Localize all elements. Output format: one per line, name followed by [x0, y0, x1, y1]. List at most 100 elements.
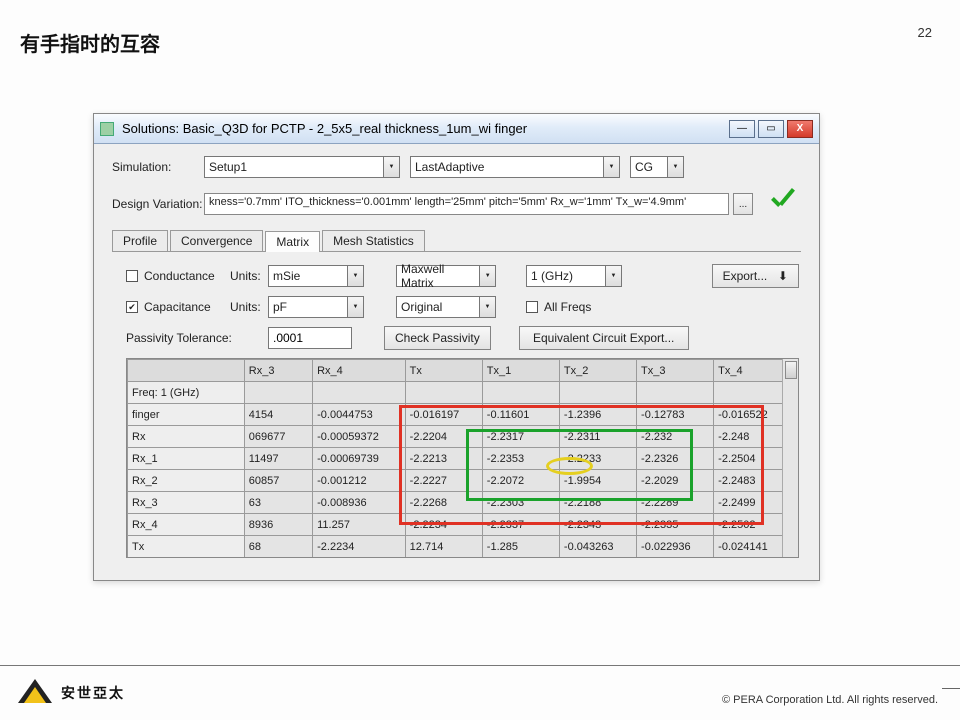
cell[interactable]: -2.2311 — [559, 426, 636, 448]
cell[interactable]: -2.2335 — [637, 514, 714, 536]
check-passivity-button[interactable]: Check Passivity — [384, 326, 491, 350]
cell[interactable]: -2.2268 — [405, 492, 482, 514]
cell[interactable]: -2.2204 — [405, 426, 482, 448]
row-header[interactable]: Rx_1 — [128, 448, 245, 470]
cell[interactable]: 60857 — [244, 470, 312, 492]
passivity-tolerance-label: Passivity Tolerance: — [126, 331, 258, 345]
tab-matrix[interactable]: Matrix — [265, 231, 320, 252]
cell[interactable]: -2.2337 — [482, 514, 559, 536]
export-button[interactable]: Export... ⬇ — [712, 264, 799, 288]
scrollbar-thumb[interactable] — [785, 361, 797, 379]
tab-profile[interactable]: Profile — [112, 230, 168, 251]
cell[interactable]: -0.016197 — [405, 404, 482, 426]
pera-logo-icon — [18, 678, 53, 708]
cell[interactable]: -0.022936 — [637, 536, 714, 558]
titlebar[interactable]: Solutions: Basic_Q3D for PCTP - 2_5x5_re… — [94, 114, 819, 144]
cell[interactable]: 069677 — [244, 426, 312, 448]
cell[interactable]: -2.2227 — [405, 470, 482, 492]
vertical-scrollbar[interactable] — [782, 359, 798, 557]
cell[interactable]: -1.9954 — [559, 470, 636, 492]
cell[interactable]: -2.2289 — [637, 492, 714, 514]
cell[interactable]: -2.2326 — [637, 448, 714, 470]
results-table[interactable]: Rx_3Rx_4TxTx_1Tx_2Tx_3Tx_4Freq: 1 (GHz)f… — [126, 358, 799, 558]
cell[interactable]: -2.2072 — [482, 470, 559, 492]
row-header[interactable]: Tx — [128, 536, 245, 558]
cell[interactable]: -0.12783 — [637, 404, 714, 426]
cell[interactable] — [313, 382, 406, 404]
cell[interactable]: -2.2343 — [559, 514, 636, 536]
minimize-button[interactable]: — — [729, 120, 755, 138]
cell[interactable]: -1.2396 — [559, 404, 636, 426]
cell[interactable]: -0.0044753 — [313, 404, 406, 426]
row-header[interactable]: Rx_4 — [128, 514, 245, 536]
solver-select[interactable]: CG▼ — [630, 156, 684, 178]
col-header[interactable] — [128, 360, 245, 382]
all-freqs-label: All Freqs — [544, 300, 591, 314]
cell[interactable]: -2.232 — [637, 426, 714, 448]
simulation-setup-select[interactable]: Setup1▼ — [204, 156, 400, 178]
row-header[interactable]: Rx — [128, 426, 245, 448]
col-header[interactable]: Rx_4 — [313, 360, 406, 382]
cell[interactable]: -2.2213 — [405, 448, 482, 470]
all-freqs-checkbox[interactable] — [526, 301, 538, 313]
equivalent-circuit-export-button[interactable]: Equivalent Circuit Export... — [519, 326, 689, 350]
col-header[interactable]: Tx_3 — [637, 360, 714, 382]
cell[interactable]: -0.008936 — [313, 492, 406, 514]
apply-check-icon[interactable] — [767, 188, 801, 220]
design-variation-input[interactable]: kness='0.7mm' ITO_thickness='0.001mm' le… — [204, 193, 729, 215]
cell[interactable]: -0.11601 — [482, 404, 559, 426]
frequency-select[interactable]: 1 (GHz)▼ — [526, 265, 622, 287]
row-header[interactable]: Freq: 1 (GHz) — [128, 382, 245, 404]
tab-mesh-statistics[interactable]: Mesh Statistics — [322, 230, 425, 251]
maximize-button[interactable]: ▭ — [758, 120, 784, 138]
cell[interactable]: -0.043263 — [559, 536, 636, 558]
cell[interactable]: 11497 — [244, 448, 312, 470]
design-variation-more-button[interactable]: ... — [733, 193, 753, 215]
simulation-pass-select[interactable]: LastAdaptive▼ — [410, 156, 620, 178]
close-button[interactable]: X — [787, 120, 813, 138]
conductance-units-select[interactable]: mSie▼ — [268, 265, 364, 287]
cell[interactable]: -0.00059372 — [313, 426, 406, 448]
cell[interactable]: -2.2234 — [405, 514, 482, 536]
cell[interactable]: -2.2233 — [559, 448, 636, 470]
maxwell-matrix-select[interactable]: Maxwell Matrix▼ — [396, 265, 496, 287]
row-header[interactable]: finger — [128, 404, 245, 426]
cell[interactable]: 68 — [244, 536, 312, 558]
cell[interactable]: 8936 — [244, 514, 312, 536]
col-header[interactable]: Tx_2 — [559, 360, 636, 382]
cell[interactable]: -2.2353 — [482, 448, 559, 470]
cell[interactable]: -2.2303 — [482, 492, 559, 514]
cell[interactable] — [244, 382, 312, 404]
cell[interactable]: 4154 — [244, 404, 312, 426]
col-header[interactable]: Tx_1 — [482, 360, 559, 382]
cell[interactable] — [559, 382, 636, 404]
cell[interactable]: -0.00069739 — [313, 448, 406, 470]
cell[interactable] — [482, 382, 559, 404]
cell[interactable] — [637, 382, 714, 404]
col-header[interactable]: Tx — [405, 360, 482, 382]
chevron-down-icon: ▼ — [667, 157, 683, 177]
cell[interactable]: -2.2234 — [313, 536, 406, 558]
cell[interactable] — [405, 382, 482, 404]
slide-title: 有手指时的互容 — [20, 28, 160, 57]
cell[interactable]: -0.001212 — [313, 470, 406, 492]
row-header[interactable]: Rx_2 — [128, 470, 245, 492]
conductance-checkbox[interactable] — [126, 270, 138, 282]
col-header[interactable]: Rx_3 — [244, 360, 312, 382]
cell[interactable]: -2.2188 — [559, 492, 636, 514]
cell[interactable]: 12.714 — [405, 536, 482, 558]
tab-convergence[interactable]: Convergence — [170, 230, 263, 251]
passivity-tolerance-input[interactable] — [268, 327, 352, 349]
cell[interactable]: -2.2029 — [637, 470, 714, 492]
chevron-down-icon: ▼ — [479, 266, 495, 286]
original-select[interactable]: Original▼ — [396, 296, 496, 318]
cell[interactable]: 11.257 — [313, 514, 406, 536]
cell[interactable]: -2.2317 — [482, 426, 559, 448]
cell[interactable]: 63 — [244, 492, 312, 514]
capacitance-checkbox[interactable]: ✔ — [126, 301, 138, 313]
slide-footer: 安世亞太 © PERA Corporation Ltd. All rights … — [0, 665, 960, 720]
row-header[interactable]: Rx_3 — [128, 492, 245, 514]
solutions-window: Solutions: Basic_Q3D for PCTP - 2_5x5_re… — [93, 113, 820, 581]
cell[interactable]: -1.285 — [482, 536, 559, 558]
capacitance-units-select[interactable]: pF▼ — [268, 296, 364, 318]
